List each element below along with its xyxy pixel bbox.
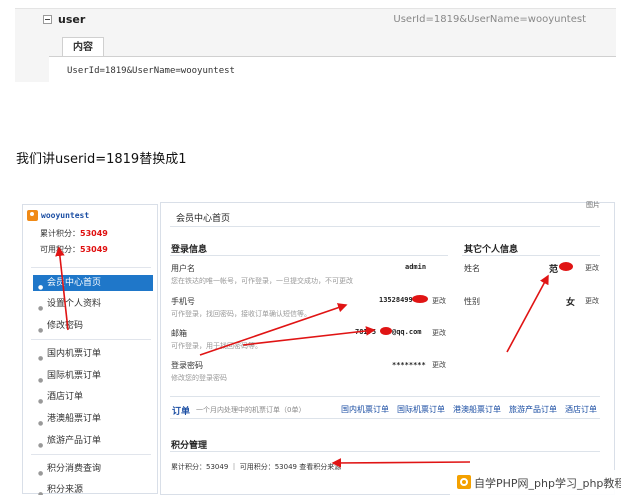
orders-description: 一个月内处理中的机票订单（0单） [196,406,306,414]
site-watermark: 自学PHP网_php学习_php教程 [450,470,621,495]
phone-description: 可作登录，找回密码，接收订单确认短信等。 [171,310,311,318]
sidebar-item-label: 积分来源 [47,485,84,495]
cookie-name: user [58,13,86,26]
cookie-content-value: UserId=1819&UserName=wooyuntest [67,66,235,76]
points-divider [170,451,600,452]
gender-value: 女 [566,298,576,308]
points-summary-text: 累计积分：53049 ｜ 可用积分：53049 查看积分来源 [171,463,342,471]
username-description: 您在铁达的唯一帐号，可作登录，一旦提交成功，不可更改 [171,277,353,285]
available-points-value: 53049 [80,245,108,254]
bullet-icon: ● [38,305,44,312]
order-link-ferry[interactable]: 港澳船票订单 [453,404,501,415]
bullet-icon: ● [38,377,44,384]
sidebar-item-label: 国际机票订单 [47,371,102,381]
phone-change-link[interactable]: 更改 [432,296,446,306]
password-value: ******** [392,361,426,369]
points-management-title: 积分管理 [171,441,208,451]
bullet-icon: ● [38,284,44,291]
bullet-icon: ● [38,442,44,449]
sidebar-divider [31,454,151,455]
sidebar-item-label: 设置个人资料 [47,299,102,309]
gender-change-link[interactable]: 更改 [585,296,599,306]
sidebar-item-change-password[interactable]: ● 修改密码 [33,318,153,334]
redaction-mark [559,262,573,271]
member-sidebar: wooyuntest 累计积分：53049 可用积分：53049 ● 会员中心首页… [22,204,158,495]
bullet-icon: ● [38,420,44,427]
sidebar-divider [31,267,151,268]
email-value-prefix: 78175 [355,328,377,336]
page-title: 会员中心首页 [176,214,231,224]
cookie-summary-value: UserId=1819&UserName=wooyuntest [393,14,586,25]
bullet-icon: ● [38,398,44,405]
orders-top-divider [170,396,600,397]
phone-label: 手机号 [171,297,195,306]
orders-label: 订单 [172,407,191,417]
watermark-logo-icon [457,475,471,489]
title-divider [170,226,600,227]
email-description: 可作登录，用于找回密码等。 [171,342,262,350]
sidebar-item-label: 旅游产品订单 [47,436,102,446]
redaction-mark [412,295,428,303]
name-label: 姓名 [464,264,480,273]
name-value: 范 [549,265,559,275]
email-value-suffix: @qq.com [392,328,422,336]
password-label: 登录密码 [171,361,203,370]
sidebar-item-label: 积分消费查询 [47,464,102,474]
sidebar-item-ferry-orders[interactable]: ● 港澳船票订单 [33,411,153,427]
sidebar-item-international-flights[interactable]: ● 国际机票订单 [33,368,153,384]
instruction-text: 我们讲userid=1819替换成1 [16,152,187,167]
gender-label: 性别 [464,297,480,306]
username-label: 用户名 [171,264,195,273]
order-link-travel[interactable]: 旅游产品订单 [509,404,557,415]
sidebar-item-label: 修改密码 [47,321,84,331]
sidebar-item-label: 国内机票订单 [47,349,102,359]
sidebar-item-profile[interactable]: ● 设置个人资料 [33,296,153,312]
order-link-domestic-flights[interactable]: 国内机票订单 [341,404,389,415]
sidebar-item-member-home[interactable]: ● 会员中心首页 [33,275,153,291]
cookie-content-area: UserId=1819&UserName=wooyuntest [49,56,616,83]
email-change-link[interactable]: 更改 [432,328,446,338]
order-link-international-flights[interactable]: 国际机票订单 [397,404,445,415]
watermark-text: 自学PHP网_php学习_php教程 [474,477,621,490]
sidebar-item-points-source[interactable]: ● 积分来源 [33,482,153,495]
image-corner-label: 图片 [586,201,600,209]
bullet-icon: ● [38,355,44,362]
login-info-divider [170,255,448,256]
sidebar-item-points-usage[interactable]: ● 积分消费查询 [33,461,153,477]
user-avatar-icon [27,210,38,221]
available-points-label: 可用积分： [40,245,80,254]
cookie-row-header[interactable]: user UserId=1819&UserName=wooyuntest [15,9,616,31]
sidebar-item-travel-orders[interactable]: ● 旅游产品订单 [33,433,153,449]
cookie-inspector-panel: user UserId=1819&UserName=wooyuntest 内容 … [15,8,616,83]
password-change-link[interactable]: 更改 [432,360,446,370]
login-info-title: 登录信息 [171,245,208,255]
orders-bottom-divider [170,418,600,419]
tab-content[interactable]: 内容 [62,37,104,57]
name-change-link[interactable]: 更改 [585,263,599,273]
sidebar-item-label: 酒店订单 [47,392,84,402]
password-description: 修改您的登录密码 [171,374,227,382]
sidebar-item-domestic-flights[interactable]: ● 国内机票订单 [33,346,153,362]
other-info-divider [462,255,600,256]
email-label: 邮箱 [171,329,187,338]
bullet-icon: ● [38,327,44,334]
total-points-label: 累计积分： [40,229,80,238]
collapse-toggle-icon[interactable] [43,15,52,24]
bullet-icon: ● [38,491,44,495]
sidebar-username: wooyuntest [41,211,90,220]
sidebar-item-label: 港澳船票订单 [47,414,102,424]
phone-value: 13528499 [379,296,413,304]
order-link-hotel[interactable]: 酒店订单 [565,404,597,415]
bullet-icon: ● [38,470,44,477]
sidebar-divider [31,339,151,340]
total-points-line: 累计积分：53049 [40,228,108,239]
sidebar-item-hotel-orders[interactable]: ● 酒店订单 [33,389,153,405]
other-info-title: 其它个人信息 [464,245,519,255]
available-points-line: 可用积分：53049 [40,244,108,255]
username-value: admin [405,263,427,271]
redaction-mark [380,327,392,335]
total-points-value: 53049 [80,229,108,238]
sidebar-item-label: 会员中心首页 [47,278,102,288]
